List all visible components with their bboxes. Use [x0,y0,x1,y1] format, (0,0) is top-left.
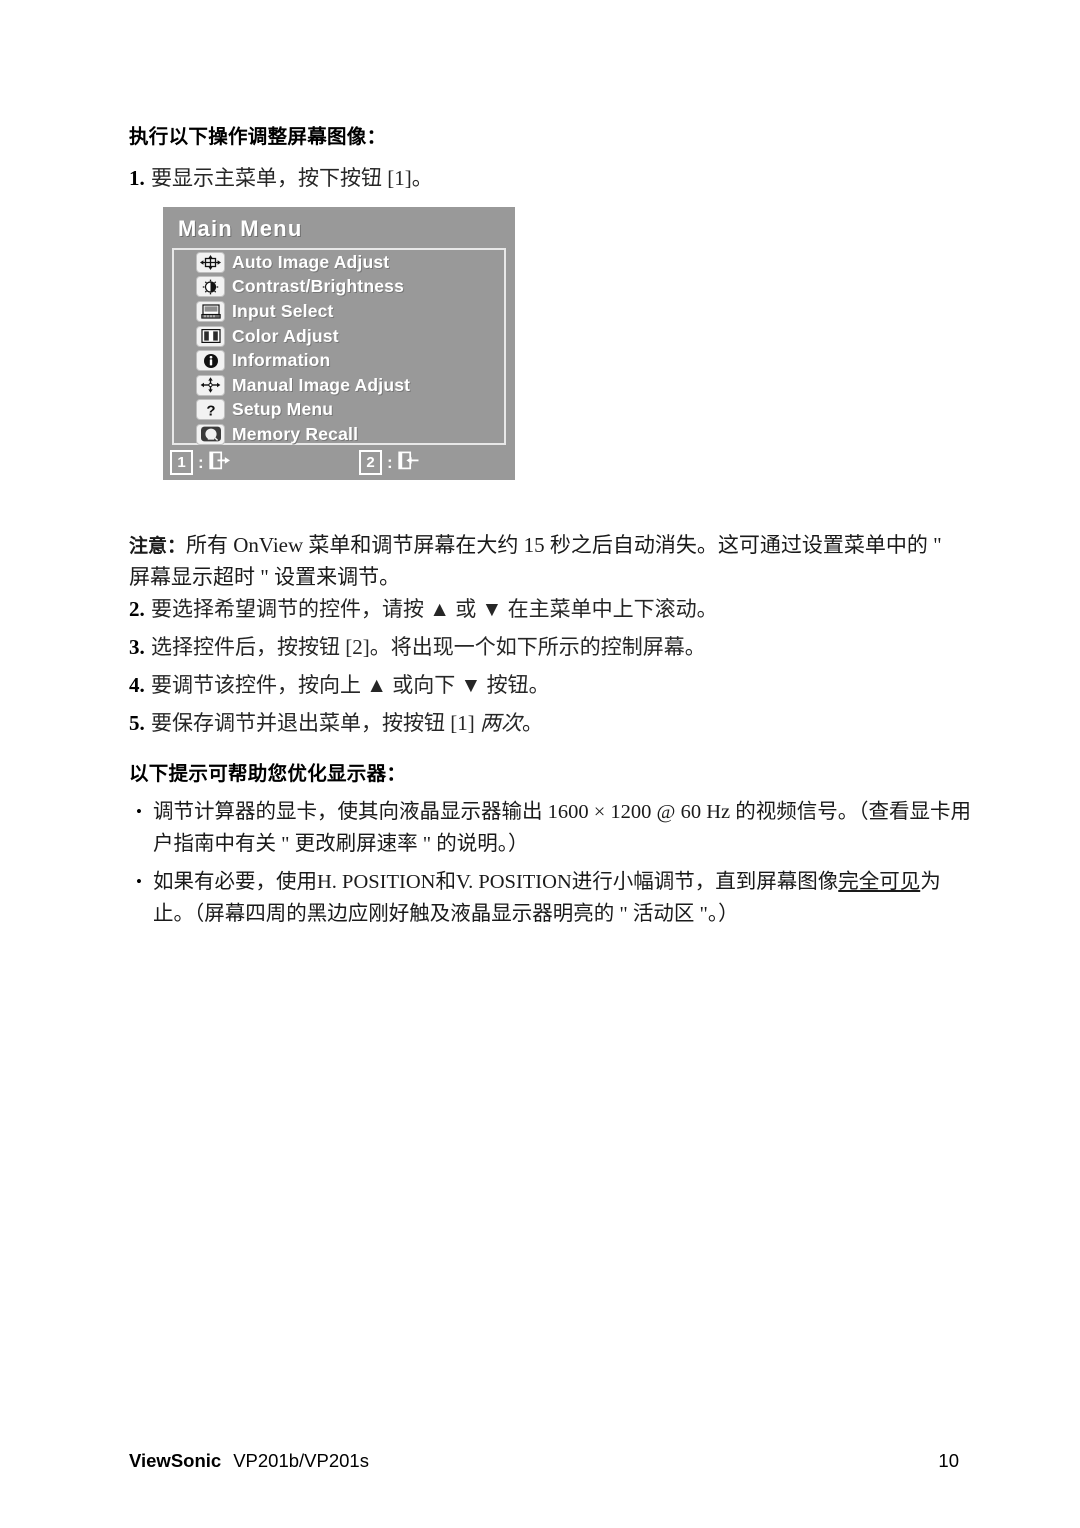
osd-main-menu-figure: Main Menu Auto Image Adjust Contrast/Bri… [163,207,515,480]
step-number: 4. [129,673,145,697]
osd-item-label: Contrast/Brightness [232,276,405,297]
osd-title: Main Menu [178,216,303,241]
instruction-step-5: 5. 要保存调节并退出菜单，按按钮 [1] 两次。 [129,708,959,738]
tip-bullet-1: • 调节计算器的显卡，使其向液晶显示器输出 1600 × 1200 @ 60 Hz… [134,796,974,860]
footer-page-number: 10 [938,1450,959,1471]
osd-item-memory-recall[interactable]: Memory Recall [174,422,504,447]
step-text-before: 要保存调节并退出菜单，按按钮 [1] [151,711,480,735]
info-circle-icon [196,350,225,372]
osd-item-label: Setup Menu [232,399,334,420]
osd-key-box: 1 [170,450,193,475]
osd-item-manual-image-adjust[interactable]: Manual Image Adjust [174,373,504,398]
osd-key-separator: : [198,452,204,472]
monitor-input-icon [196,300,225,322]
crosshair-arrows-icon [196,251,225,273]
footer-model: VP201b/VP201s [233,1450,369,1471]
osd-item-label: Input Select [232,300,334,321]
step-number: 2. [129,597,145,621]
note-paragraph: 注意：所有 OnView 菜单和调节屏幕在大约 15 秒之后自动消失。这可通过设… [129,530,965,593]
instruction-step-2: 2. 要选择希望调节的控件，请按 ▲ 或 ▼ 在主菜单中上下滚动。 [129,594,959,624]
bullet-marker: • [136,802,142,821]
osd-item-label: Manual Image Adjust [232,374,411,395]
bullet-text: 调节计算器的显卡，使其向液晶显示器输出 1600 × 1200 @ 60 Hz … [153,801,971,855]
step-text: 要选择希望调节的控件，请按 ▲ 或 ▼ 在主菜单中上下滚动。 [151,597,718,621]
step-number: 5. [129,711,145,735]
osd-item-contrast-brightness[interactable]: Contrast/Brightness [174,275,504,300]
question-mark-icon: ? [196,399,225,421]
section-heading-adjust-image: 执行以下操作调整屏幕图像： [129,126,387,148]
four-way-arrows-icon [196,374,225,396]
enter-door-icon [398,451,419,475]
osd-item-auto-image-adjust[interactable]: Auto Image Adjust [174,250,504,275]
osd-item-setup-menu[interactable]: ? Setup Menu [174,398,504,423]
note-label: 注意： [129,536,187,557]
instruction-step-4: 4. 要调节该控件，按向上 ▲ 或向下 ▼ 按钮。 [129,670,959,700]
bullet-marker: • [136,872,142,891]
memory-recall-icon [196,423,225,445]
document-page: 执行以下操作调整屏幕图像： 1. 要显示主菜单，按下按钮 [1]。 Main Me… [0,0,1080,1528]
osd-key-legend-2: 2 : [359,450,419,475]
step-number: 3. [129,635,145,659]
note-text: 所有 OnView 菜单和调节屏幕在大约 15 秒之后自动消失。这可通过设置菜单… [129,533,942,589]
bullet-text-before: 如果有必要，使用H. POSITION和V. POSITION进行小幅调节，直到… [153,871,839,893]
osd-item-label: Memory Recall [232,423,359,444]
instruction-step-3: 3. 选择控件后，按按钮 [2]。将出现一个如下所示的控制屏幕。 [129,632,959,662]
osd-key-legend: 1 : 2 : [163,448,515,476]
step-text: 选择控件后，按按钮 [2]。将出现一个如下所示的控制屏幕。 [151,635,706,659]
osd-item-label: Color Adjust [232,325,339,346]
bullet-text-underline: 完全可见 [838,871,921,893]
osd-menu-list: Auto Image Adjust Contrast/Brightness In… [172,248,506,445]
color-bars-icon [196,325,225,347]
page-footer: ViewSonic VP201b/VP201s 10 [129,1450,959,1476]
osd-key-box: 2 [359,450,382,475]
step-text-after: 。 [522,711,543,735]
step-text: 要调节该控件，按向上 ▲ 或向下 ▼ 按钮。 [151,673,550,697]
svg-text:?: ? [206,402,215,418]
osd-key-separator: : [387,452,393,472]
tip-bullet-2: • 如果有必要，使用H. POSITION和V. POSITION进行小幅调节，直… [134,866,974,930]
osd-item-input-select[interactable]: Input Select [174,299,504,324]
footer-brand: ViewSonic [129,1450,222,1471]
contrast-brightness-icon [196,276,225,298]
step-text: 要显示主菜单，按下按钮 [1]。 [151,166,433,190]
osd-key-legend-1: 1 : [170,450,230,475]
osd-item-label: Information [232,350,331,371]
osd-item-color-adjust[interactable]: Color Adjust [174,324,504,349]
step-text-italic: 两次 [480,711,522,735]
osd-item-label: Auto Image Adjust [232,251,390,272]
section-heading-optimize-tips: 以下提示可帮助您优化显示器： [129,763,407,785]
instruction-step-1: 1. 要显示主菜单，按下按钮 [1]。 [129,163,959,193]
osd-item-information[interactable]: Information [174,348,504,373]
step-number: 1. [129,166,145,190]
exit-door-icon [209,451,230,475]
